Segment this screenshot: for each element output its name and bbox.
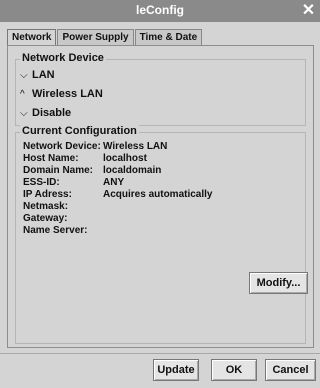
config-value: Acquires automatically [103,189,213,200]
config-label: Netmask: [23,201,69,212]
modify-button[interactable]: Modify... [249,272,308,294]
window-title: leConfig [136,3,184,17]
config-label: IP Adress: [23,189,72,200]
config-window: leConfig ✕ Network Power Supply Time & D… [0,0,320,388]
title-bar: leConfig ✕ [0,0,320,22]
radio-wireless-lan[interactable]: ^ Wireless LAN [20,88,103,100]
tab-time-date[interactable]: Time & Date [134,29,203,45]
ok-button[interactable]: OK [211,359,257,381]
radio-wireless-lan-label: Wireless LAN [32,88,103,100]
config-value: localhost [103,153,147,164]
radio-lan[interactable]: ⌵ LAN [20,69,55,81]
close-icon[interactable]: ✕ [301,3,316,19]
current-configuration-title: Current Configuration [20,125,139,137]
network-device-title: Network Device [20,52,106,64]
footer-divider [0,353,320,354]
config-label: Network Device: [23,141,101,152]
radio-selected-icon: ^ [20,88,25,100]
network-tab-panel: Network Device ⌵ LAN ^ Wireless LAN ⌵ Di… [7,45,314,348]
tab-network[interactable]: Network [7,29,57,46]
current-configuration-group: Current Configuration Network Device: Wi… [15,125,306,344]
radio-unselected-icon: ⌵ [20,69,28,81]
config-label: Name Server: [23,225,88,236]
radio-unselected-icon: ⌵ [20,107,28,119]
tab-power-supply[interactable]: Power Supply [57,29,134,45]
network-device-group: Network Device ⌵ LAN ^ Wireless LAN ⌵ Di… [15,52,306,126]
config-label: Host Name: [23,153,79,164]
update-button[interactable]: Update [153,359,199,381]
radio-lan-label: LAN [32,69,55,81]
radio-disable[interactable]: ⌵ Disable [20,107,71,119]
radio-disable-label: Disable [32,107,72,119]
cancel-button[interactable]: Cancel [265,359,316,381]
tab-bar: Network Power Supply Time & Date [7,29,203,46]
config-value: ANY [103,177,125,188]
config-label: Domain Name: [23,165,94,176]
config-label: ESS-ID: [23,177,60,188]
config-label: Gateway: [23,213,68,224]
config-value: Wireless LAN [103,141,168,152]
config-value: localdomain [103,165,162,176]
